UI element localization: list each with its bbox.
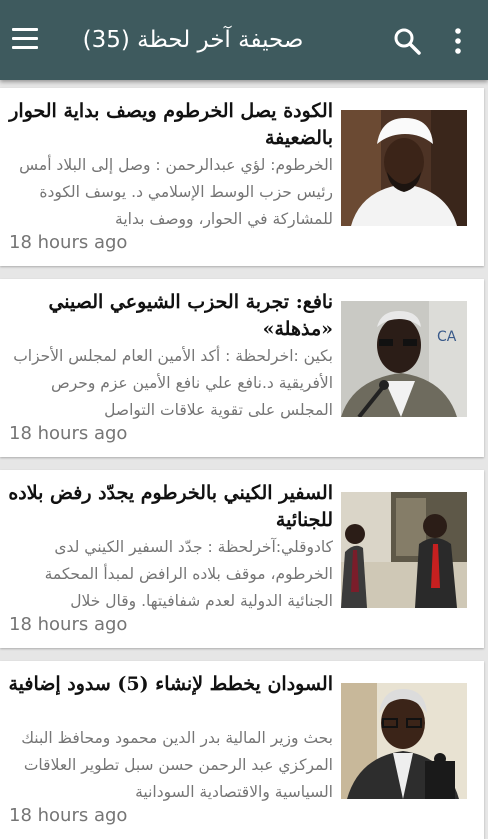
article-card[interactable]: الكودة يصل الخرطوم ويصف بداية الحوار بال… [0,88,484,266]
article-thumbnail-image [341,683,467,799]
more-vert-icon[interactable] [448,27,468,55]
app-bar: صحيفة آخر لحظة (35) [0,0,488,80]
article-timestamp: 18 hours ago [9,805,128,826]
search-icon[interactable] [393,27,421,55]
article-timestamp: 18 hours ago [9,423,128,444]
article-headline: السودان يخطط لإنشاء (5) سدود إضافية [8,673,333,695]
article-timestamp: 18 hours ago [9,232,128,253]
article-thumbnail-image [341,492,467,608]
article-card[interactable]: السفير الكيني بالخرطوم يجدّد رفض بلاده ل… [0,470,484,648]
article-headline: الكودة يصل الخرطوم ويصف بداية الحوار بال… [9,100,333,149]
article-excerpt: بحث وزير المالية بدر الدين محمود ومحافظ … [21,729,333,801]
article-thumbnail-image: CA [341,301,467,417]
article-thumbnail-image [341,110,467,226]
article-excerpt: الخرطوم: لؤي عبدالرحمن : وصل إلى البلاد … [19,156,333,228]
article-card[interactable]: CA نافع: تجربة الحزب الشيوعي الصيني «مذه… [0,279,484,457]
hamburger-menu-icon[interactable] [12,28,38,50]
app-title: صحيفة آخر لحظة (35) [82,27,304,53]
svg-text:CA: CA [437,329,457,345]
article-card[interactable]: السودان يخطط لإنشاء (5) سدود إضافية بحث … [0,661,484,839]
article-excerpt: بكين :اخرلحظة : أكد الأمين العام لمجلس ا… [13,347,333,419]
article-timestamp: 18 hours ago [9,614,128,635]
article-headline: السفير الكيني بالخرطوم يجدّد رفض بلاده ل… [8,482,333,531]
article-headline: نافع: تجربة الحزب الشيوعي الصيني «مذهلة» [48,291,333,340]
article-excerpt: كادوقلي:آخرلحظة : جدّد السفير الكيني لدى… [44,538,333,610]
